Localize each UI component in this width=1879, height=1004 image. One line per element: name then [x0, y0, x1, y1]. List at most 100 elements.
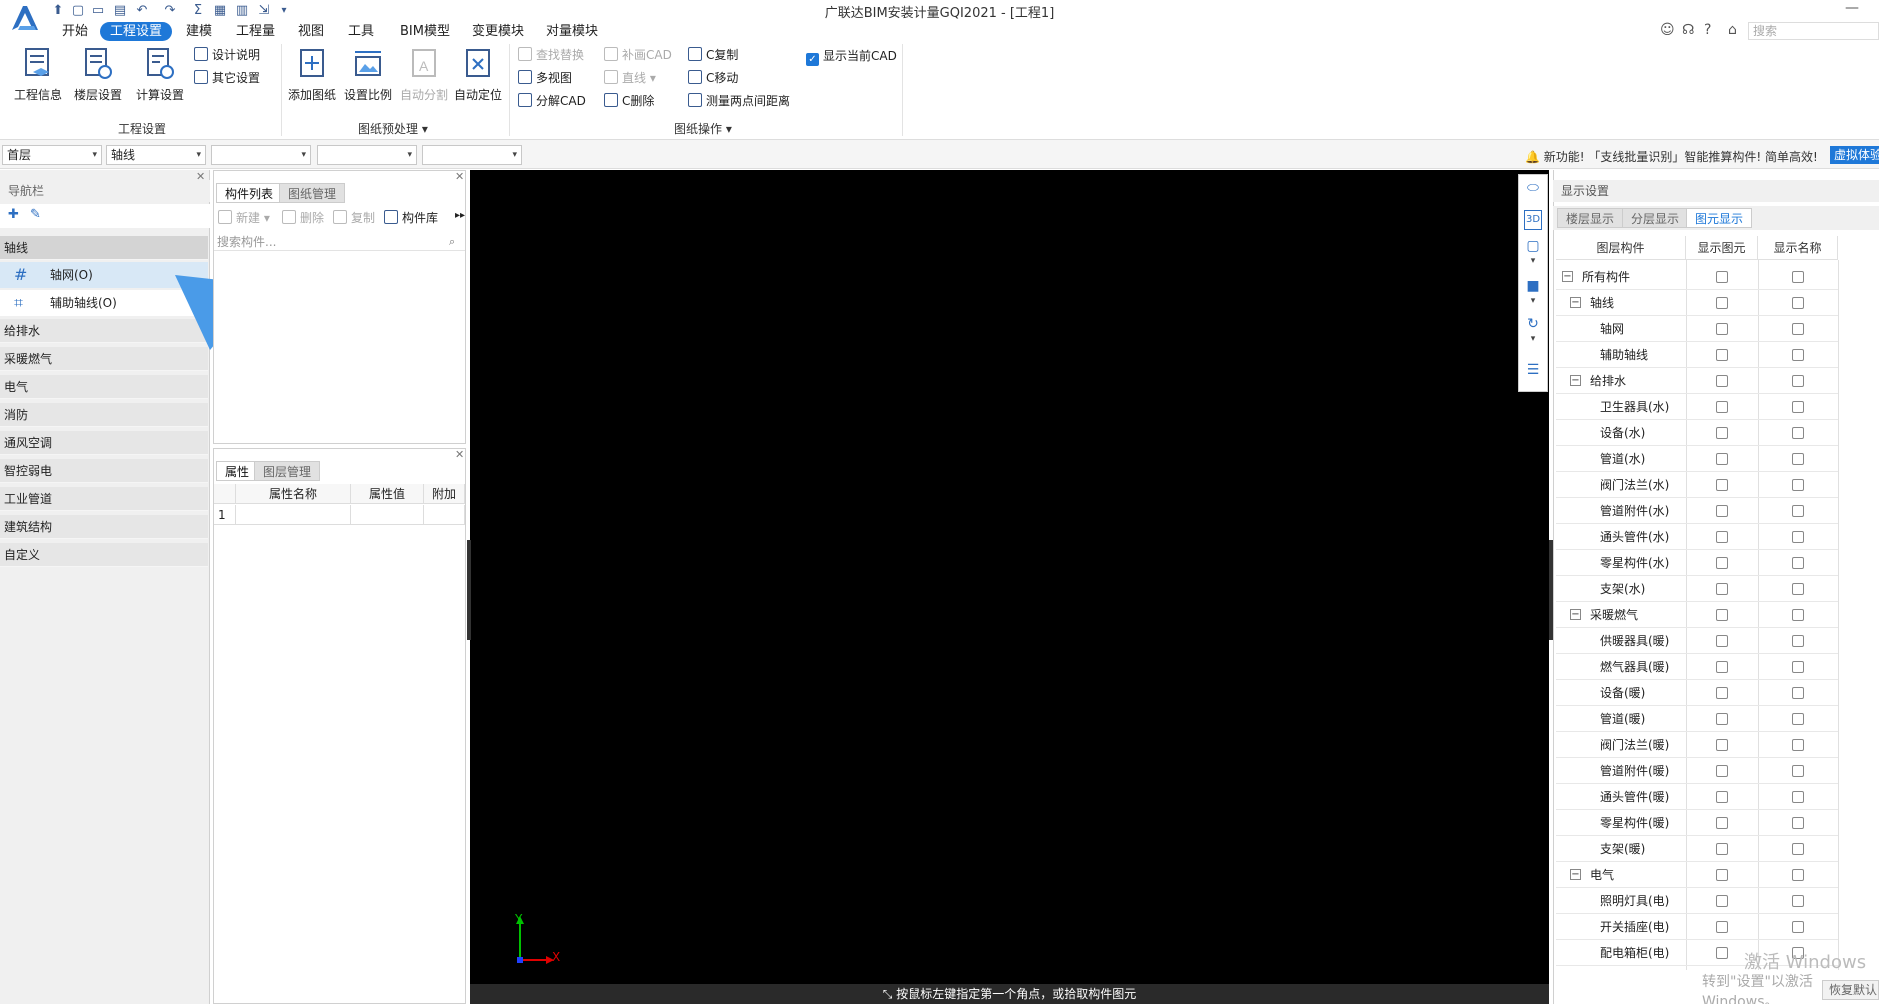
collapse-icon[interactable]: − [1570, 297, 1581, 308]
line-button[interactable]: 直线 ▾ [604, 69, 656, 87]
show-name-checkbox[interactable] [1792, 921, 1804, 933]
tab-layer-management[interactable]: 图层管理 [254, 461, 321, 481]
show-element-checkbox[interactable] [1716, 843, 1728, 855]
show-current-cad-checkbox[interactable]: ✓ 显示当前CAD [806, 47, 897, 66]
tab-component-list[interactable]: 构件列表 [216, 183, 283, 203]
headset-icon[interactable]: ☊ [1682, 22, 1694, 38]
show-name-checkbox[interactable] [1792, 739, 1804, 751]
collapse-icon[interactable]: − [1570, 609, 1581, 620]
component-search-input[interactable]: 搜索构件... [214, 233, 465, 251]
menu-view[interactable]: 视图 [288, 22, 334, 41]
draw-cad-button[interactable]: 补画CAD [604, 46, 672, 64]
left-splitter[interactable] [467, 540, 471, 640]
top-search-input[interactable]: 搜索 [1748, 22, 1879, 40]
show-name-checkbox[interactable] [1792, 557, 1804, 569]
show-element-checkbox[interactable] [1716, 323, 1728, 335]
edit-icon[interactable]: ✎ [30, 207, 41, 222]
show-element-checkbox[interactable] [1716, 453, 1728, 465]
new-component-button[interactable]: 新建 ▾ [218, 209, 270, 227]
subtype-select[interactable] [211, 145, 311, 165]
3d-view-icon[interactable]: 3D [1524, 210, 1542, 230]
menu-quantity[interactable]: 工程量 [226, 22, 285, 41]
nav-section-structure[interactable]: 建筑结构 [0, 515, 208, 539]
rotate-icon[interactable]: ↻ [1522, 316, 1544, 336]
c-copy-button[interactable]: C复制 [688, 46, 738, 64]
show-name-checkbox[interactable] [1792, 661, 1804, 673]
cube-dropdown-icon[interactable]: ▾ [1522, 256, 1544, 276]
measure-distance-button[interactable]: 测量两点间距离 [688, 92, 790, 110]
show-element-checkbox[interactable] [1716, 895, 1728, 907]
show-name-checkbox[interactable] [1792, 349, 1804, 361]
show-element-checkbox[interactable] [1716, 583, 1728, 595]
menu-compare-module[interactable]: 对量模块 [536, 22, 608, 41]
restore-default-button[interactable]: 恢复默认 [1822, 980, 1879, 1000]
show-element-checkbox[interactable] [1716, 765, 1728, 777]
add-pin-icon[interactable]: ✚ [8, 207, 19, 222]
show-name-checkbox[interactable] [1792, 583, 1804, 595]
nav-section-industrial-pipe[interactable]: 工业管道 [0, 487, 208, 511]
tab-floor-display[interactable]: 楼层显示 [1557, 208, 1624, 228]
show-name-checkbox[interactable] [1792, 271, 1804, 283]
menu-project-settings[interactable]: 工程设置 [100, 22, 173, 41]
find-replace-button[interactable]: 查找替换 [518, 46, 584, 64]
nav-section-hvac[interactable]: 通风空调 [0, 431, 208, 455]
solid-dropdown-icon[interactable]: ▾ [1522, 296, 1544, 316]
show-name-checkbox[interactable] [1792, 297, 1804, 309]
show-element-checkbox[interactable] [1716, 271, 1728, 283]
collapse-icon[interactable]: − [1570, 869, 1581, 880]
show-element-checkbox[interactable] [1716, 661, 1728, 673]
tab-layer-display[interactable]: 分层显示 [1622, 208, 1689, 228]
show-element-checkbox[interactable] [1716, 687, 1728, 699]
explode-cad-button[interactable]: 分解CAD [518, 92, 586, 110]
show-name-checkbox[interactable] [1792, 609, 1804, 621]
multi-view-button[interactable]: 多视图 [518, 69, 572, 87]
show-name-checkbox[interactable] [1792, 765, 1804, 777]
show-name-checkbox[interactable] [1792, 427, 1804, 439]
show-element-checkbox[interactable] [1716, 635, 1728, 647]
show-element-checkbox[interactable] [1716, 505, 1728, 517]
show-name-checkbox[interactable] [1792, 531, 1804, 543]
set-scale-button[interactable]: 设置比例 [338, 46, 398, 103]
nav-section-fire[interactable]: 消防 [0, 403, 208, 427]
menu-bim-model[interactable]: BIM模型 [390, 22, 460, 41]
virtual-experience-button[interactable]: 虚拟体验 [1830, 146, 1879, 164]
show-element-checkbox[interactable] [1716, 791, 1728, 803]
c-move-button[interactable]: C移动 [688, 69, 738, 87]
menu-start[interactable]: 开始 [52, 22, 98, 41]
new-feature-notice[interactable]: 🔔 新功能! 「支线批量识别」智能推算构件! 简单高效! [1525, 148, 1818, 165]
prop-row-name[interactable] [236, 505, 351, 525]
rotate-dropdown-icon[interactable]: ▾ [1522, 334, 1544, 354]
user-icon[interactable]: ☺ [1660, 22, 1675, 38]
tab-properties[interactable]: 属性 [216, 461, 259, 481]
show-name-checkbox[interactable] [1792, 713, 1804, 725]
prop-close-icon[interactable]: ✕ [455, 448, 464, 461]
show-element-checkbox[interactable] [1716, 713, 1728, 725]
auto-split-button[interactable]: A 自动分割 [394, 46, 454, 103]
tab-drawing-management[interactable]: 图纸管理 [279, 183, 346, 203]
floor-settings-button[interactable]: 楼层设置 [68, 46, 128, 103]
show-element-checkbox[interactable] [1716, 297, 1728, 309]
other-settings-button[interactable]: 其它设置 [194, 69, 260, 87]
nav-section-smart-weak[interactable]: 智控弱电 [0, 459, 208, 483]
add-drawing-button[interactable]: 添加图纸 [282, 46, 342, 103]
delete-component-button[interactable]: 删除 [282, 209, 324, 227]
show-element-checkbox[interactable] [1716, 531, 1728, 543]
show-element-checkbox[interactable] [1716, 921, 1728, 933]
show-name-checkbox[interactable] [1792, 635, 1804, 647]
project-info-button[interactable]: 工程信息 [8, 46, 68, 103]
show-element-checkbox[interactable] [1716, 479, 1728, 491]
design-notes-button[interactable]: 设计说明 [194, 46, 260, 64]
collapse-icon[interactable]: − [1562, 271, 1573, 282]
group-drawing-preprocess-label[interactable]: 图纸预处理 ▾ [358, 120, 428, 137]
show-element-checkbox[interactable] [1716, 947, 1728, 959]
prop-row-value[interactable] [351, 505, 424, 525]
c-delete-button[interactable]: C删除 [604, 92, 654, 110]
layer-select[interactable] [422, 145, 522, 165]
menu-tools[interactable]: 工具 [338, 22, 384, 41]
show-name-checkbox[interactable] [1792, 479, 1804, 491]
floor-select[interactable]: 首层 [2, 145, 102, 165]
help-icon[interactable]: ? [1704, 22, 1711, 38]
show-element-checkbox[interactable] [1716, 609, 1728, 621]
show-element-checkbox[interactable] [1716, 349, 1728, 361]
show-element-checkbox[interactable] [1716, 375, 1728, 387]
